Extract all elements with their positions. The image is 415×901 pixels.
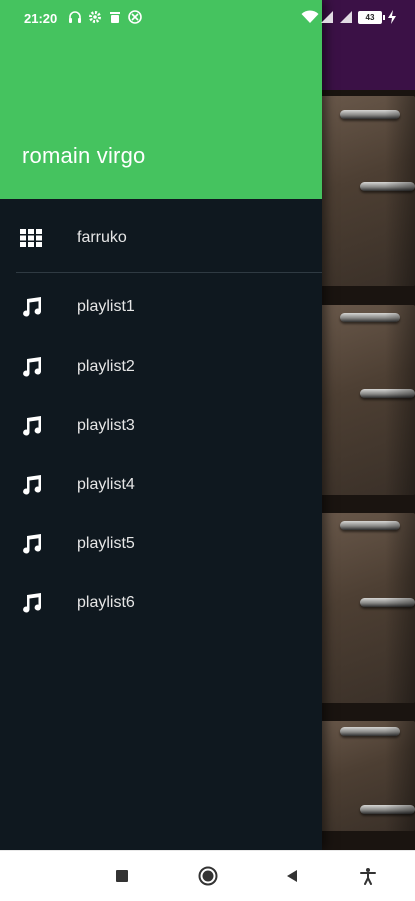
music-note-icon: [19, 295, 43, 319]
music-note-icon: [19, 414, 43, 438]
drawer-item-label: playlist4: [77, 476, 135, 493]
signal-icon: [339, 10, 353, 24]
music-note-icon: [19, 591, 43, 615]
vpn-icon: [128, 10, 142, 24]
drawer-item-playlist6[interactable]: playlist6: [0, 574, 322, 632]
battery-icon: 43: [358, 10, 385, 24]
drawer-item-farruko[interactable]: farruko: [0, 209, 322, 267]
recents-icon[interactable]: [110, 864, 134, 888]
drawer-item-playlist1[interactable]: playlist1: [0, 278, 322, 336]
music-note-icon: [19, 355, 43, 379]
drawer-item-label: playlist3: [77, 417, 135, 434]
status-bar: 21:20 43: [0, 0, 415, 36]
wifi-icon: [301, 10, 319, 24]
trash-icon: [108, 10, 122, 24]
drawer-item-playlist2[interactable]: playlist2: [0, 338, 322, 396]
drawer-item-playlist4[interactable]: playlist4: [0, 456, 322, 514]
signal-icon: [320, 10, 334, 24]
home-icon[interactable]: [196, 864, 220, 888]
headset-icon: [68, 10, 82, 24]
drawer-item-label: playlist5: [77, 535, 135, 552]
drawer-item-label: playlist1: [77, 298, 135, 315]
accessibility-icon[interactable]: [356, 864, 380, 888]
grid-icon: [19, 226, 43, 250]
drawer-divider: [16, 272, 322, 273]
drawer-username: romain virgo: [22, 143, 146, 168]
drawer-item-playlist5[interactable]: playlist5: [0, 515, 322, 573]
drawer-item-label: playlist6: [77, 594, 135, 611]
music-note-icon: [19, 532, 43, 556]
settings-icon: [88, 10, 102, 24]
drawer-item-playlist3[interactable]: playlist3: [0, 397, 322, 455]
music-note-icon: [19, 473, 43, 497]
status-time: 21:20: [24, 11, 58, 26]
charging-icon: [387, 10, 401, 24]
system-nav-bar: [0, 850, 415, 901]
navigation-drawer: romain virgo farruko playlist1 playlist2…: [0, 0, 322, 850]
back-icon[interactable]: [280, 864, 304, 888]
drawer-item-label: farruko: [77, 229, 127, 246]
drawer-item-label: playlist2: [77, 358, 135, 375]
